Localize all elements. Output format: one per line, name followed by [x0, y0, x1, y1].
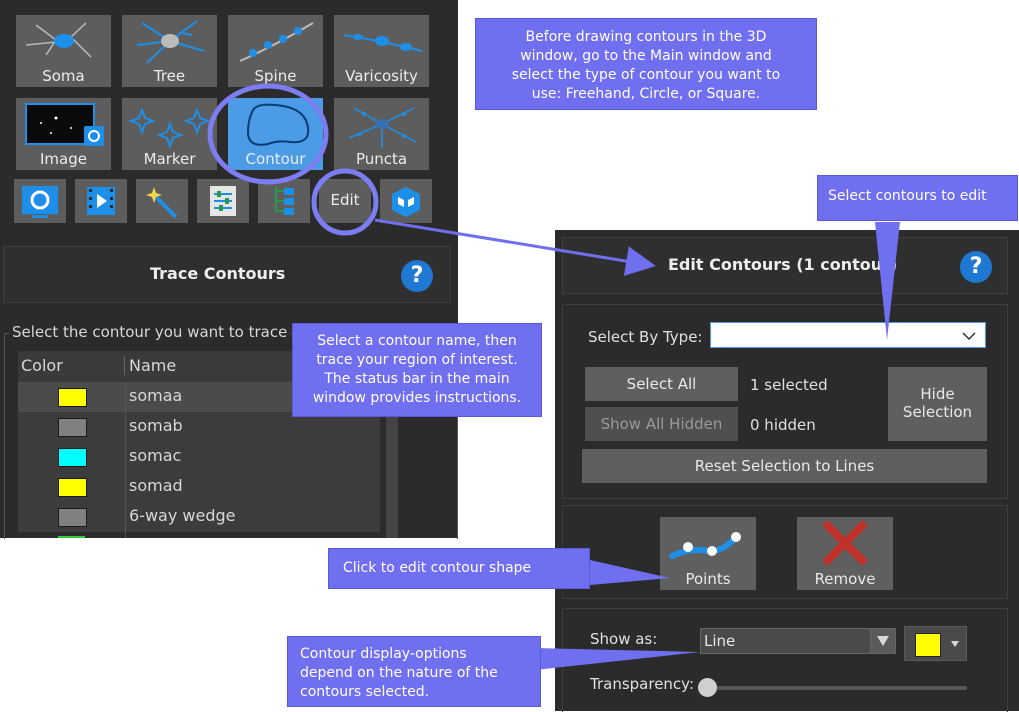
edit-help-icon[interactable]: ? [960, 251, 992, 283]
image-icon [25, 103, 104, 146]
spine-icon [239, 22, 314, 62]
gear-icon [22, 186, 58, 218]
next-row-swatch-partial [58, 536, 85, 538]
name-column-header: Name [124, 356, 176, 375]
row-divider [125, 382, 126, 538]
trace-contours-title: Trace Contours [150, 264, 286, 283]
color-preview [915, 633, 941, 657]
trace-instruction: Select the contour you want to trace [9, 323, 291, 341]
puncta-label: Puncta [355, 150, 408, 168]
contour-icon [246, 103, 310, 146]
varicosity-icon [343, 34, 423, 52]
marker-label: Marker [143, 150, 196, 168]
hierarchy-icon [275, 187, 294, 215]
table-row[interactable]: somac [18, 442, 380, 472]
show-all-hidden-button[interactable]: Show All Hidden [585, 407, 738, 441]
chevron-down-icon [962, 332, 976, 341]
show-as-value: Line [704, 632, 736, 650]
action-section [562, 505, 1008, 599]
color-picker-button[interactable] [904, 626, 967, 661]
select-name-callout: Select a contour name, then trace your re… [292, 323, 542, 417]
soma-label: Soma [42, 67, 85, 85]
hide-selection-button[interactable]: Hide Selection [888, 367, 987, 441]
display-options-callout: Contour display-options depend on the nat… [287, 636, 541, 707]
color-swatch [58, 478, 87, 497]
tree-tool-button[interactable]: Tree [122, 15, 217, 87]
points-label: Points [685, 570, 731, 588]
tree-label: Tree [153, 67, 186, 85]
contour-tool-button[interactable]: Contour [228, 98, 323, 170]
contour-name: somad [129, 476, 183, 495]
points-button[interactable]: Points [660, 517, 756, 590]
contour-name: somac [129, 446, 182, 465]
color-column-header: Color [21, 356, 63, 375]
color-swatch [58, 508, 87, 527]
magic-wand-tool-button[interactable] [136, 179, 188, 223]
edit-label: Edit [330, 191, 360, 209]
table-row[interactable]: 6-way wedge [18, 502, 380, 532]
transparency-slider-track[interactable] [708, 686, 967, 690]
color-swatch [58, 418, 87, 437]
triangle-down-icon [877, 636, 889, 646]
contour-name: 6-way wedge [129, 506, 236, 525]
3d-view-tool-button[interactable] [380, 179, 432, 223]
hide-selection-line1: Hide [920, 385, 955, 403]
x-icon [822, 520, 868, 566]
marker-tool-button[interactable]: Marker [122, 98, 217, 170]
varicosity-label: Varicosity [345, 67, 418, 85]
magic-wand-icon [146, 187, 178, 219]
color-swatch [58, 448, 87, 467]
edit-tool-button[interactable]: Edit [319, 179, 371, 223]
select-by-type-dropdown[interactable] [710, 322, 986, 348]
transparency-label: Transparency: [590, 675, 695, 693]
color-swatch [58, 388, 87, 407]
varicosity-tool-button[interactable]: Varicosity [334, 15, 429, 87]
hidden-count: 0 hidden [750, 416, 816, 434]
contour-type-callout: Before drawing contours in the 3D window,… [475, 18, 817, 110]
cube-icon [392, 187, 420, 217]
soma-icon [25, 22, 92, 58]
remove-label: Remove [814, 570, 876, 588]
remove-button[interactable]: Remove [797, 517, 893, 590]
transparency-slider-thumb[interactable] [698, 678, 717, 697]
soma-tool-button[interactable]: Soma [16, 15, 111, 87]
hide-selection-line2: Selection [902, 403, 973, 421]
reset-selection-button[interactable]: Reset Selection to Lines [582, 449, 987, 483]
contour-label: Contour [245, 150, 306, 168]
select-by-type-label: Select By Type: [588, 328, 703, 346]
caret-down-icon [951, 641, 959, 647]
contour-name: somaa [129, 386, 183, 405]
puncta-icon [348, 107, 417, 148]
points-icon [668, 532, 741, 560]
trace-help-icon[interactable]: ? [401, 260, 433, 292]
tree-view-tool-button[interactable] [258, 179, 310, 223]
edit-shape-callout: Click to edit contour shape [328, 548, 590, 589]
show-as-label: Show as: [590, 630, 658, 648]
adjust-tool-button[interactable] [197, 179, 249, 223]
contour-name: somab [129, 416, 183, 435]
select-to-edit-callout: Select contours to edit [817, 175, 1018, 221]
spine-tool-button[interactable]: Spine [228, 15, 323, 87]
select-all-button[interactable]: Select All [585, 367, 738, 401]
sliders-icon [210, 186, 236, 216]
puncta-tool-button[interactable]: Puncta [334, 98, 429, 170]
image-tool-button[interactable]: Image [16, 98, 111, 170]
selected-count: 1 selected [750, 376, 828, 394]
table-row[interactable]: somad [18, 472, 380, 502]
movie-tool-button[interactable] [75, 179, 127, 223]
spine-label: Spine [254, 67, 297, 85]
marker-icon [128, 107, 211, 149]
show-as-dropdown[interactable]: Line [700, 628, 896, 654]
edit-contours-title: Edit Contours (1 contour) [668, 255, 898, 274]
settings-tool-button[interactable] [14, 179, 66, 223]
tree-icon [136, 20, 205, 64]
image-label: Image [40, 150, 87, 168]
film-icon [87, 187, 115, 215]
